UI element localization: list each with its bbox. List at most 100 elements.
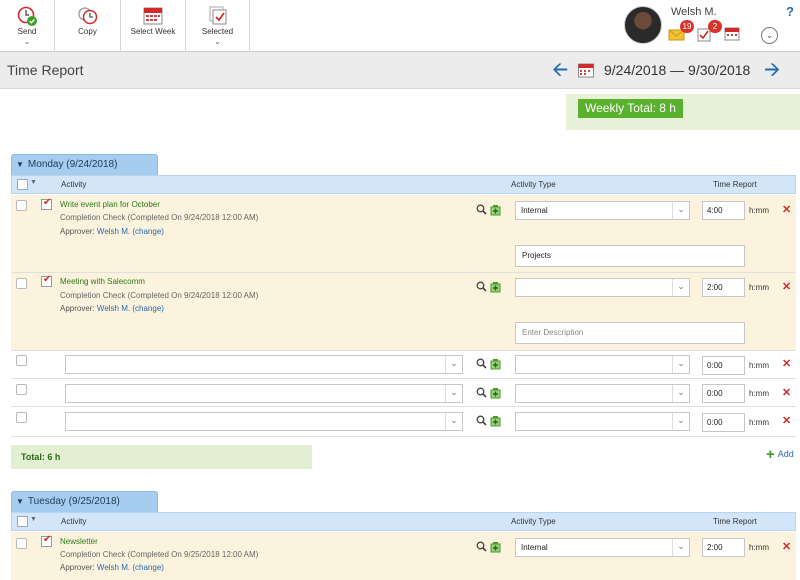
column-activity: Activity xyxy=(61,517,87,526)
calendar-button[interactable] xyxy=(724,26,742,42)
approver-link[interactable]: Welsh M. xyxy=(97,563,130,572)
approver-label: Approver: xyxy=(60,227,95,236)
time-input[interactable]: 0:00 xyxy=(702,356,745,375)
activity-subtitle: Completion Check (Completed On 9/24/2018… xyxy=(60,213,259,222)
search-icon[interactable] xyxy=(476,387,487,398)
mail-button[interactable]: 19 xyxy=(668,20,694,42)
day-label: Monday (9/24/2018) xyxy=(27,159,118,170)
next-week-arrow-icon[interactable]: 🡪 xyxy=(764,60,780,80)
time-input[interactable]: 4:00 xyxy=(702,201,745,220)
day-total: Total: 6 h xyxy=(11,445,312,469)
change-approver-link[interactable]: (change) xyxy=(132,304,164,313)
user-name[interactable]: Welsh M. xyxy=(671,6,717,18)
activity-type-select[interactable]: Internal ⌄ xyxy=(515,538,690,557)
delete-x-icon[interactable]: ✕ xyxy=(782,416,791,427)
calendar-icon xyxy=(143,7,163,25)
chevron-down-icon: ⌄ xyxy=(672,413,689,430)
avatar[interactable] xyxy=(624,6,662,44)
description-field[interactable]: Projects xyxy=(515,245,745,267)
help-button[interactable]: ? xyxy=(786,4,794,19)
activity-type-select[interactable]: ⌄ xyxy=(515,384,690,403)
row-checkbox[interactable] xyxy=(16,384,27,395)
date-navigator: 🡨 9/24/2018 — 9/30/2018 🡪 xyxy=(552,60,782,82)
day-tab-tuesday[interactable]: ▼ Tuesday (9/25/2018) xyxy=(11,491,158,512)
chevron-down-icon[interactable]: ▼ xyxy=(30,516,37,523)
change-approver-link[interactable]: (change) xyxy=(132,227,164,236)
row-checkbox[interactable] xyxy=(16,200,27,211)
date-range: 9/24/2018 — 9/30/2018 xyxy=(604,62,751,78)
select-week-button[interactable]: Select Week xyxy=(121,0,186,51)
completed-checkbox[interactable] xyxy=(41,274,52,287)
delete-x-icon[interactable]: ✕ xyxy=(782,205,791,216)
more-options-button[interactable]: ⌄ xyxy=(761,27,778,44)
column-header: ▼ Activity Activity Type Time Report xyxy=(11,175,796,194)
activity-select[interactable]: ⌄ xyxy=(65,355,463,374)
delete-x-icon[interactable]: ✕ xyxy=(782,282,791,293)
weekly-total-panel: Weekly Total: 8 h xyxy=(566,94,800,130)
time-input[interactable]: 2:00 xyxy=(702,538,745,557)
tasks-button[interactable]: 2 xyxy=(696,20,722,42)
activity-select[interactable]: ⌄ xyxy=(65,384,463,403)
select-all-checkbox[interactable] xyxy=(17,516,28,527)
row-checkbox[interactable] xyxy=(16,278,27,289)
add-icon[interactable] xyxy=(490,387,502,399)
activity-select[interactable]: ⌄ xyxy=(65,412,463,431)
chevron-down-icon: ▼ xyxy=(16,497,24,506)
time-unit: h:mm xyxy=(749,206,769,215)
add-icon[interactable] xyxy=(490,204,502,216)
search-icon[interactable] xyxy=(476,204,487,215)
previous-week-arrow-icon[interactable]: 🡨 xyxy=(552,60,568,80)
copy-button[interactable]: Copy xyxy=(55,0,121,51)
time-input[interactable]: 0:00 xyxy=(702,413,745,432)
time-input[interactable]: 2:00 xyxy=(702,278,745,297)
add-row-button[interactable]: + Add xyxy=(766,446,794,463)
activity-title[interactable]: Newsletter xyxy=(60,537,98,546)
chevron-down-icon[interactable]: ▼ xyxy=(30,179,37,186)
add-icon[interactable] xyxy=(490,281,502,293)
delete-x-icon[interactable]: ✕ xyxy=(782,359,791,370)
calendar-icon xyxy=(724,27,740,41)
activity-title[interactable]: Write event plan for October xyxy=(60,200,160,209)
add-icon[interactable] xyxy=(490,415,502,427)
user-panel: Welsh M. 19 2 ⌄ ? xyxy=(610,0,800,51)
row-checkbox[interactable] xyxy=(16,355,27,366)
day-tab-monday[interactable]: ▼ Monday (9/24/2018) xyxy=(11,154,158,175)
search-icon[interactable] xyxy=(476,415,487,426)
activity-type-select[interactable]: Internal ⌄ xyxy=(515,201,690,220)
approver-link[interactable]: Welsh M. xyxy=(97,304,130,313)
delete-x-icon[interactable]: ✕ xyxy=(782,388,791,399)
mail-count-badge: 19 xyxy=(680,20,694,33)
time-input[interactable]: 0:00 xyxy=(702,384,745,403)
search-icon[interactable] xyxy=(476,541,487,552)
send-button[interactable]: Send ⌄ xyxy=(0,0,55,51)
activity-type-select[interactable]: ⌄ xyxy=(515,355,690,374)
calendar-icon[interactable] xyxy=(578,63,594,78)
select-all-checkbox[interactable] xyxy=(17,179,28,190)
row-checkbox[interactable] xyxy=(16,538,27,549)
add-icon[interactable] xyxy=(490,358,502,370)
row-checkbox[interactable] xyxy=(16,412,27,423)
completed-checkbox[interactable] xyxy=(41,197,52,210)
chevron-down-icon: ⌄ xyxy=(672,539,689,556)
selected-button[interactable]: Selected ⌄ xyxy=(186,0,250,51)
completed-checkbox[interactable] xyxy=(41,534,52,547)
search-icon[interactable] xyxy=(476,281,487,292)
add-icon[interactable] xyxy=(490,541,502,553)
weekly-total: Weekly Total: 8 h xyxy=(578,99,683,118)
stacked-check-icon xyxy=(209,6,226,25)
chevron-down-icon: ⌄ xyxy=(765,30,774,40)
activity-type-select[interactable]: ⌄ xyxy=(515,412,690,431)
time-unit: h:mm xyxy=(749,543,769,552)
search-icon[interactable] xyxy=(476,358,487,369)
approver-link[interactable]: Welsh M. xyxy=(97,227,130,236)
change-approver-link[interactable]: (change) xyxy=(132,563,164,572)
time-unit: h:mm xyxy=(749,361,769,370)
delete-x-icon[interactable]: ✕ xyxy=(782,542,791,553)
plus-icon: + xyxy=(766,446,775,463)
chevron-down-icon: ⌄ xyxy=(672,202,689,219)
description-field[interactable]: Enter Description xyxy=(515,322,745,344)
chevron-down-icon: ⌄ xyxy=(672,385,689,402)
activity-title[interactable]: Meeting with Salecomm xyxy=(60,277,145,286)
activity-type-select[interactable]: ⌄ xyxy=(515,278,690,297)
send-label: Send xyxy=(17,27,37,36)
